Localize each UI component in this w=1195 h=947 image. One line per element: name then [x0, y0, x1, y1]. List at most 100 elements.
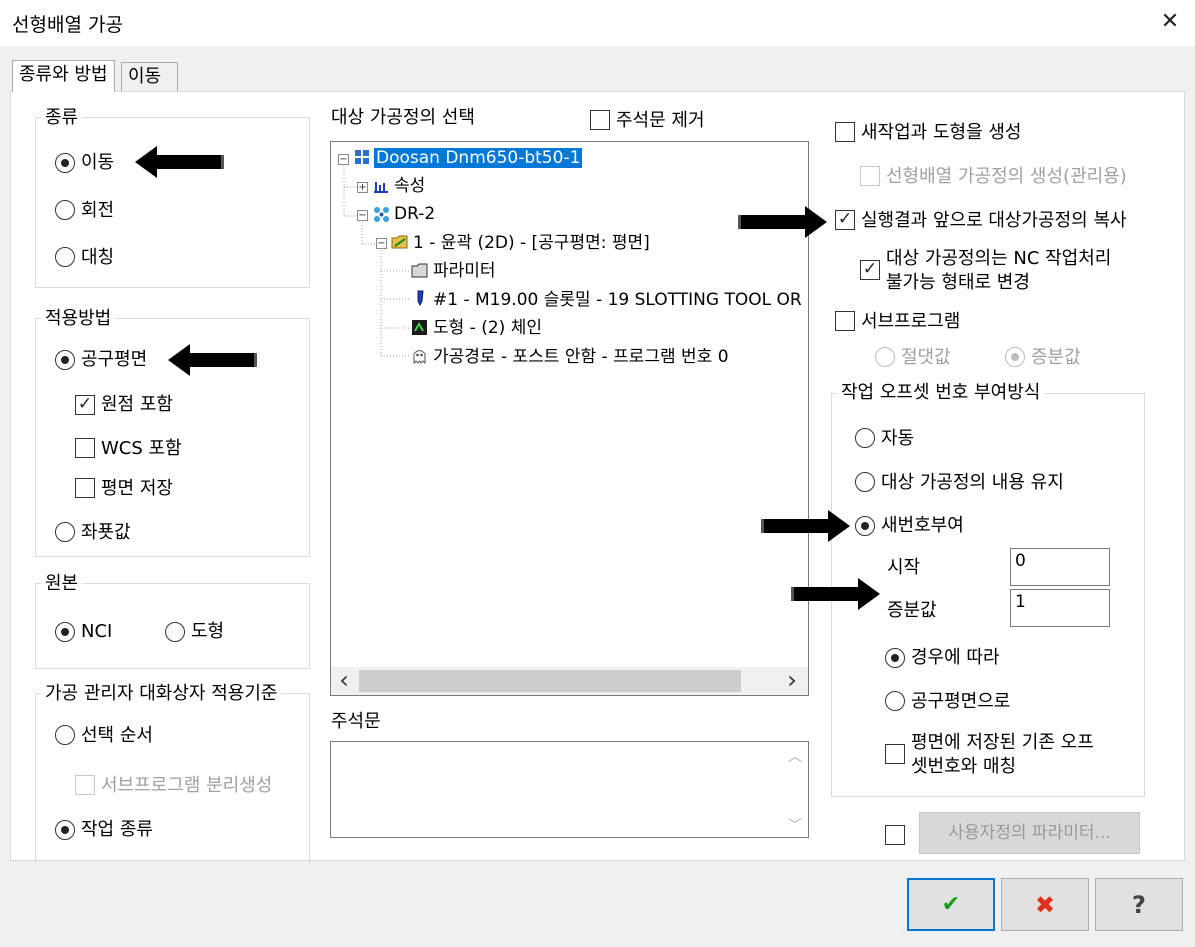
tree-node-machine-label: Doosan Dnm650-bt50-1: [374, 148, 583, 168]
offset-renumber-radio[interactable]: [855, 516, 875, 536]
arrow-left-icon: [168, 344, 257, 376]
toolpath-ghost-icon: [413, 350, 426, 364]
source-geometry-label: 도형: [191, 621, 225, 642]
source-nci-radio[interactable]: [55, 622, 75, 642]
remove-comments-label: 주석문 제거: [616, 110, 705, 131]
tree-node-geometry[interactable]: 도형 - (2) 체인: [433, 317, 542, 339]
tree-node-machine[interactable]: Doosan Dnm650-bt50-1: [374, 147, 583, 169]
tree-node-operation[interactable]: 1 - 윤곽 (2D) - [공구평면: 평면]: [413, 232, 650, 254]
tree-node-parameters[interactable]: 파라미터: [433, 260, 496, 282]
source-group-label: 원본: [41, 573, 83, 595]
by-tool-plane-radio[interactable]: [885, 691, 905, 711]
type-rotate-radio[interactable]: [55, 200, 75, 220]
tree-scroll-thumb[interactable]: [359, 670, 741, 692]
match-offset-label-line2: 셋번호와 매칭: [911, 756, 1017, 777]
checkmark-icon: ✔: [941, 892, 961, 917]
type-move-radio[interactable]: [55, 153, 75, 173]
tree-section-label: 대상 가공정의 선택: [331, 107, 475, 128]
subprogram-split-checkbox[interactable]: [75, 775, 95, 795]
scroll-right-icon[interactable]: ›: [782, 668, 802, 694]
window-title: 선형배열 가공: [12, 14, 123, 36]
incremental-label: 증분값: [1031, 347, 1081, 368]
help-icon: ?: [1132, 890, 1146, 919]
by-tool-plane-label: 공구평면으로: [911, 691, 1011, 712]
start-label: 시작: [887, 557, 921, 578]
offset-auto-radio[interactable]: [855, 428, 875, 448]
op-type-radio[interactable]: [55, 820, 75, 840]
ok-button[interactable]: ✔: [907, 878, 995, 931]
arrow-right-icon: [791, 578, 880, 610]
cancel-x-icon: ✖: [1034, 890, 1056, 919]
copy-op-checkbox[interactable]: ✓: [835, 210, 855, 230]
offset-auto-label: 자동: [881, 428, 915, 449]
increment-label: 증분값: [887, 600, 937, 621]
arrow-right-icon: [738, 206, 827, 238]
incremental-radio[interactable]: [1005, 347, 1025, 367]
select-order-label: 선택 순서: [81, 725, 153, 746]
type-move-label: 이동: [81, 152, 115, 173]
method-toolplane-radio[interactable]: [55, 350, 75, 370]
remove-comments-checkbox[interactable]: [590, 110, 610, 130]
scroll-left-icon[interactable]: ‹: [334, 668, 354, 694]
title-bar: [0, 0, 1195, 46]
non-nc-checkbox[interactable]: ✓: [860, 260, 880, 280]
help-button[interactable]: ?: [1095, 878, 1183, 931]
match-offset-label-line1: 평면에 저장된 기존 오프: [911, 732, 1094, 753]
close-icon[interactable]: ✕: [1156, 8, 1184, 36]
toolpath-group-icon: [374, 207, 389, 222]
offset-group-label: 작업 오프셋 번호 부여방식: [837, 382, 1045, 404]
custom-params-checkbox[interactable]: [885, 825, 905, 845]
tree-node-tool[interactable]: #1 - M19.00 슬롯밀 - 19 SLOTTING TOOL OR: [433, 289, 802, 311]
non-nc-label-line2: 불가능 형태로 변경: [886, 272, 1030, 293]
comment-textarea[interactable]: [330, 741, 809, 838]
arrow-left-icon: [135, 146, 224, 178]
offset-keep-radio[interactable]: [855, 472, 875, 492]
plane-save-label: 평면 저장: [101, 478, 173, 499]
copy-op-label: 실행결과 앞으로 대상가공정의 복사: [861, 210, 1127, 231]
tree-node-properties[interactable]: 속성: [394, 175, 425, 197]
wcs-include-label: WCS 포함: [101, 438, 182, 459]
subprogram-split-label: 서브프로그램 분리생성: [101, 775, 273, 796]
new-op-geom-checkbox[interactable]: [835, 122, 855, 142]
scroll-up-icon[interactable]: ︿: [786, 746, 804, 765]
absolute-radio[interactable]: [875, 347, 895, 367]
custom-params-button[interactable]: 사용자정의 파라미터...: [919, 812, 1140, 854]
collapse-icon[interactable]: −: [338, 154, 349, 165]
tab-type-method[interactable]: 종류와 방법: [12, 60, 115, 92]
wcs-include-checkbox[interactable]: [75, 438, 95, 458]
arrow-right-icon: [761, 510, 850, 542]
origin-include-label: 원점 포함: [101, 394, 173, 415]
subprogram-checkbox[interactable]: [835, 311, 855, 331]
linear-array-op-label: 선형배열 가공정의 생성(관리용): [886, 166, 1127, 187]
collapse-icon[interactable]: −: [357, 210, 368, 221]
collapse-icon[interactable]: −: [376, 238, 387, 249]
plane-save-checkbox[interactable]: [75, 478, 95, 498]
expand-icon[interactable]: +: [357, 182, 368, 193]
increment-input[interactable]: 1: [1010, 589, 1110, 627]
case-by-case-label: 경우에 따라: [911, 647, 1000, 668]
type-mirror-radio[interactable]: [55, 247, 75, 267]
tree-node-toolpath[interactable]: 가공경로 - 포스트 안함 - 프로그램 번호 0: [433, 346, 729, 368]
tab-move[interactable]: 이동: [121, 62, 178, 92]
method-coord-radio[interactable]: [55, 522, 75, 542]
start-input[interactable]: 0: [1010, 548, 1110, 586]
scroll-down-icon[interactable]: ﹀: [786, 815, 804, 834]
origin-include-checkbox[interactable]: ✓: [75, 395, 95, 415]
machine-icon: [355, 150, 369, 164]
method-coord-label: 좌푯값: [81, 522, 131, 543]
properties-icon: [374, 182, 388, 193]
linear-array-op-checkbox[interactable]: [860, 166, 880, 186]
type-mirror-label: 대칭: [81, 247, 115, 268]
source-geometry-radio[interactable]: [165, 622, 185, 642]
case-by-case-radio[interactable]: [885, 648, 905, 668]
match-offset-checkbox[interactable]: [885, 744, 905, 764]
offset-keep-label: 대상 가공정의 내용 유지: [881, 472, 1064, 493]
comment-label: 주석문: [331, 711, 381, 732]
offset-renumber-label: 새번호부여: [881, 515, 964, 536]
tree-node-group[interactable]: DR-2: [394, 203, 435, 225]
select-order-radio[interactable]: [55, 725, 75, 745]
type-rotate-label: 회전: [81, 200, 115, 221]
cancel-button[interactable]: ✖: [1001, 878, 1089, 931]
method-group-label: 적용방법: [41, 308, 116, 330]
non-nc-label-line1: 대상 가공정의는 NC 작업처리: [886, 248, 1112, 269]
